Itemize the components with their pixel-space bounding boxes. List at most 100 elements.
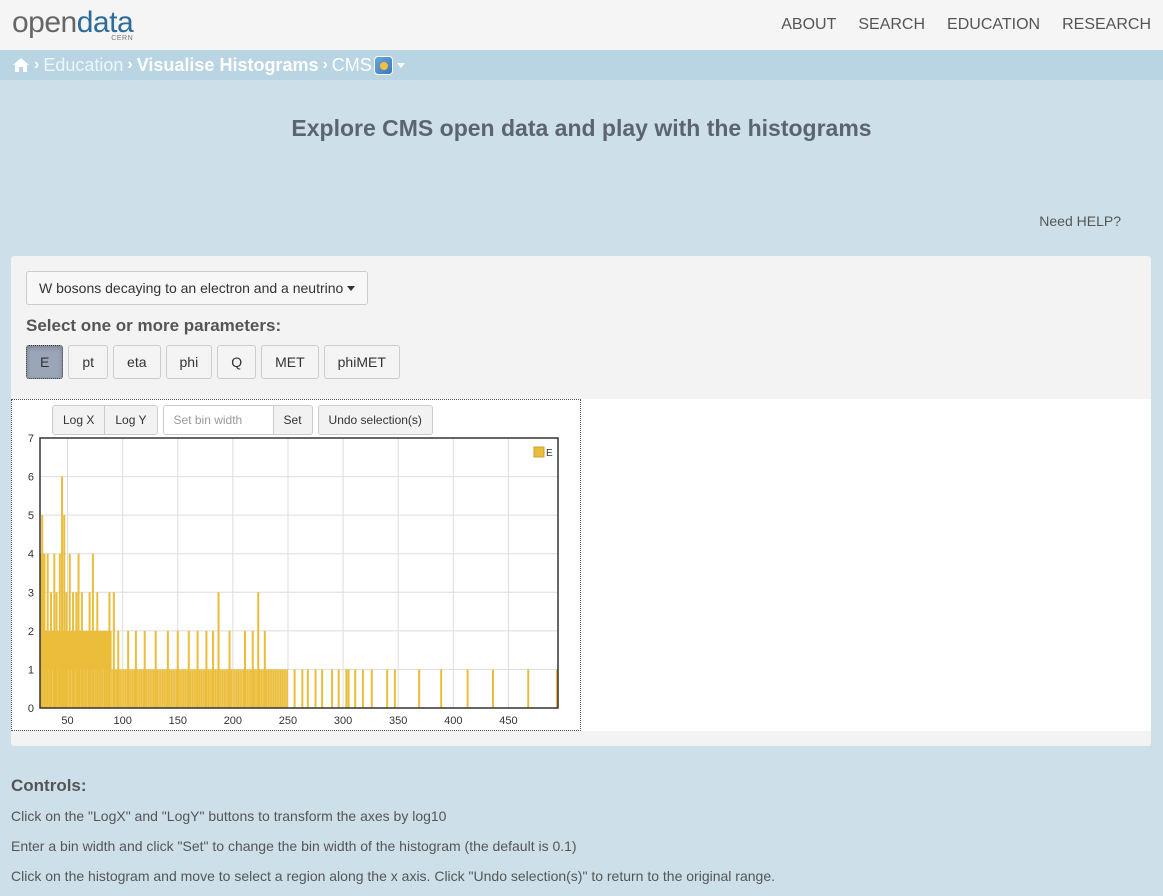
chevron-right-icon: › <box>127 56 133 73</box>
histogram-bar <box>154 630 157 708</box>
param-button-met[interactable]: MET <box>261 345 319 379</box>
histogram-bar <box>53 553 56 708</box>
caret-down-icon[interactable] <box>396 62 405 68</box>
histogram-bar <box>527 669 530 708</box>
x-tick-label: 50 <box>61 715 73 727</box>
histogram-bar <box>41 515 44 708</box>
main-nav: ABOUT SEARCH EDUCATION RESEARCH <box>759 0 1151 50</box>
histogram-bar <box>75 592 78 708</box>
histogram-bar <box>196 630 199 708</box>
x-tick-label: 100 <box>113 715 131 727</box>
y-tick-label: 1 <box>28 664 34 676</box>
histogram-bar <box>354 669 357 708</box>
param-button-e[interactable]: E <box>26 345 64 379</box>
histogram-bar <box>187 630 190 708</box>
params-heading: Select one or more parameters: <box>26 316 282 335</box>
control-help-logaxes: Click on the "LogX" and "LogY" buttons t… <box>11 808 447 824</box>
cern-label: CERN <box>111 35 134 42</box>
home-icon[interactable] <box>12 57 30 73</box>
cms-experiment-icon[interactable] <box>373 55 393 75</box>
histogram-bar <box>386 669 389 708</box>
histogram-bar <box>84 630 87 708</box>
histogram-bar <box>134 630 137 708</box>
histogram-bar <box>205 630 208 708</box>
control-help-selection: Click on the histogram and move to selec… <box>11 868 775 884</box>
histogram-bar <box>491 669 494 708</box>
histogram-bar <box>321 669 324 708</box>
nav-education[interactable]: EDUCATION <box>947 16 1040 34</box>
histogram-bar <box>50 592 53 708</box>
histogram-bar <box>331 669 334 708</box>
y-tick-label: 2 <box>28 626 34 638</box>
histogram-bar <box>68 553 71 708</box>
x-tick-label: 200 <box>224 715 242 727</box>
param-button-phimet[interactable]: phiMET <box>323 345 400 379</box>
histogram-bar <box>58 553 61 708</box>
y-tick-label: 6 <box>28 472 34 484</box>
histogram-bar <box>345 669 348 708</box>
histogram-bar <box>117 630 120 708</box>
histogram-bar <box>243 630 246 708</box>
x-tick-label: 250 <box>279 715 297 727</box>
page-title: Explore CMS open data and play with the … <box>291 115 872 141</box>
histogram-bar <box>91 553 94 708</box>
dataset-dropdown[interactable]: W bosons decaying to an electron and a n… <box>26 271 369 305</box>
histogram-bar <box>143 630 146 708</box>
histogram-bar <box>127 630 130 708</box>
histogram-bar <box>393 669 396 708</box>
controls-heading: Controls: <box>11 776 87 795</box>
opendata-logo[interactable]: opendata CERN <box>12 6 134 44</box>
breadcrumb-education[interactable]: Education <box>43 55 123 76</box>
param-button-pt[interactable]: pt <box>68 345 109 379</box>
histogram-bar <box>361 669 364 708</box>
histogram-bar <box>257 592 260 708</box>
histogram-bar <box>105 630 108 708</box>
histogram-bar <box>212 630 215 708</box>
breadcrumb-visualise-histograms[interactable]: Visualise Histograms <box>137 55 319 76</box>
caret-down-icon <box>347 285 356 291</box>
histogram-bar <box>63 515 66 708</box>
histogram-bar <box>55 592 58 708</box>
histogram-bar <box>88 592 91 708</box>
histogram-bar <box>176 630 179 708</box>
histogram-panel: W bosons decaying to an electron and a n… <box>11 256 1151 746</box>
histogram-bar <box>314 669 317 708</box>
nav-search[interactable]: SEARCH <box>858 16 925 34</box>
dataset-dropdown-label: W bosons decaying to an electron and a n… <box>39 280 344 296</box>
breadcrumb: › Education › Visualise Histograms › CMS <box>0 50 1163 80</box>
histogram-bar <box>466 669 469 708</box>
param-button-eta[interactable]: eta <box>113 345 161 379</box>
y-tick-label: 4 <box>28 549 34 561</box>
histogram-bar <box>440 669 443 708</box>
need-help-link[interactable]: Need HELP? <box>1039 213 1121 229</box>
histogram-bar <box>80 592 83 708</box>
y-tick-label: 5 <box>28 510 34 522</box>
histogram-bar <box>166 630 169 708</box>
chart-area: Log X Log Y Set bin width Set Undo selec… <box>11 399 1151 731</box>
chevron-right-icon: › <box>322 56 328 73</box>
histogram-bar <box>228 630 231 708</box>
nav-research[interactable]: RESEARCH <box>1062 16 1151 34</box>
x-tick-label: 300 <box>334 715 352 727</box>
x-tick-label: 150 <box>169 715 187 727</box>
parameter-buttons: E pt eta phi Q MET phiMET <box>26 345 405 379</box>
histogram-bar <box>112 592 115 708</box>
param-button-phi[interactable]: phi <box>165 345 213 379</box>
histogram-bar <box>293 669 296 708</box>
param-button-q[interactable]: Q <box>217 345 257 379</box>
histogram-chart[interactable]: Log X Log Y Set bin width Set Undo selec… <box>11 399 581 731</box>
histogram-bar <box>43 592 46 708</box>
histogram-bar <box>108 592 111 708</box>
histogram-bar <box>65 592 68 708</box>
histogram-bar <box>347 669 350 708</box>
histogram-bar <box>306 669 309 708</box>
y-tick-label: 3 <box>28 587 34 599</box>
nav-about[interactable]: ABOUT <box>781 16 836 34</box>
control-help-binwidth: Enter a bin width and click "Set" to cha… <box>11 838 577 854</box>
breadcrumb-cms[interactable]: CMS <box>332 55 372 76</box>
histogram-bar <box>77 553 80 708</box>
histogram-svg[interactable]: 0 1 2 3 4 5 6 7 50 100 150 200 250 300 350 400 450 E <box>12 430 580 730</box>
y-tick-label: 0 <box>28 703 34 715</box>
top-navbar: opendata CERN ABOUT SEARCH EDUCATION RES… <box>0 0 1163 50</box>
histogram-bar <box>96 592 99 708</box>
